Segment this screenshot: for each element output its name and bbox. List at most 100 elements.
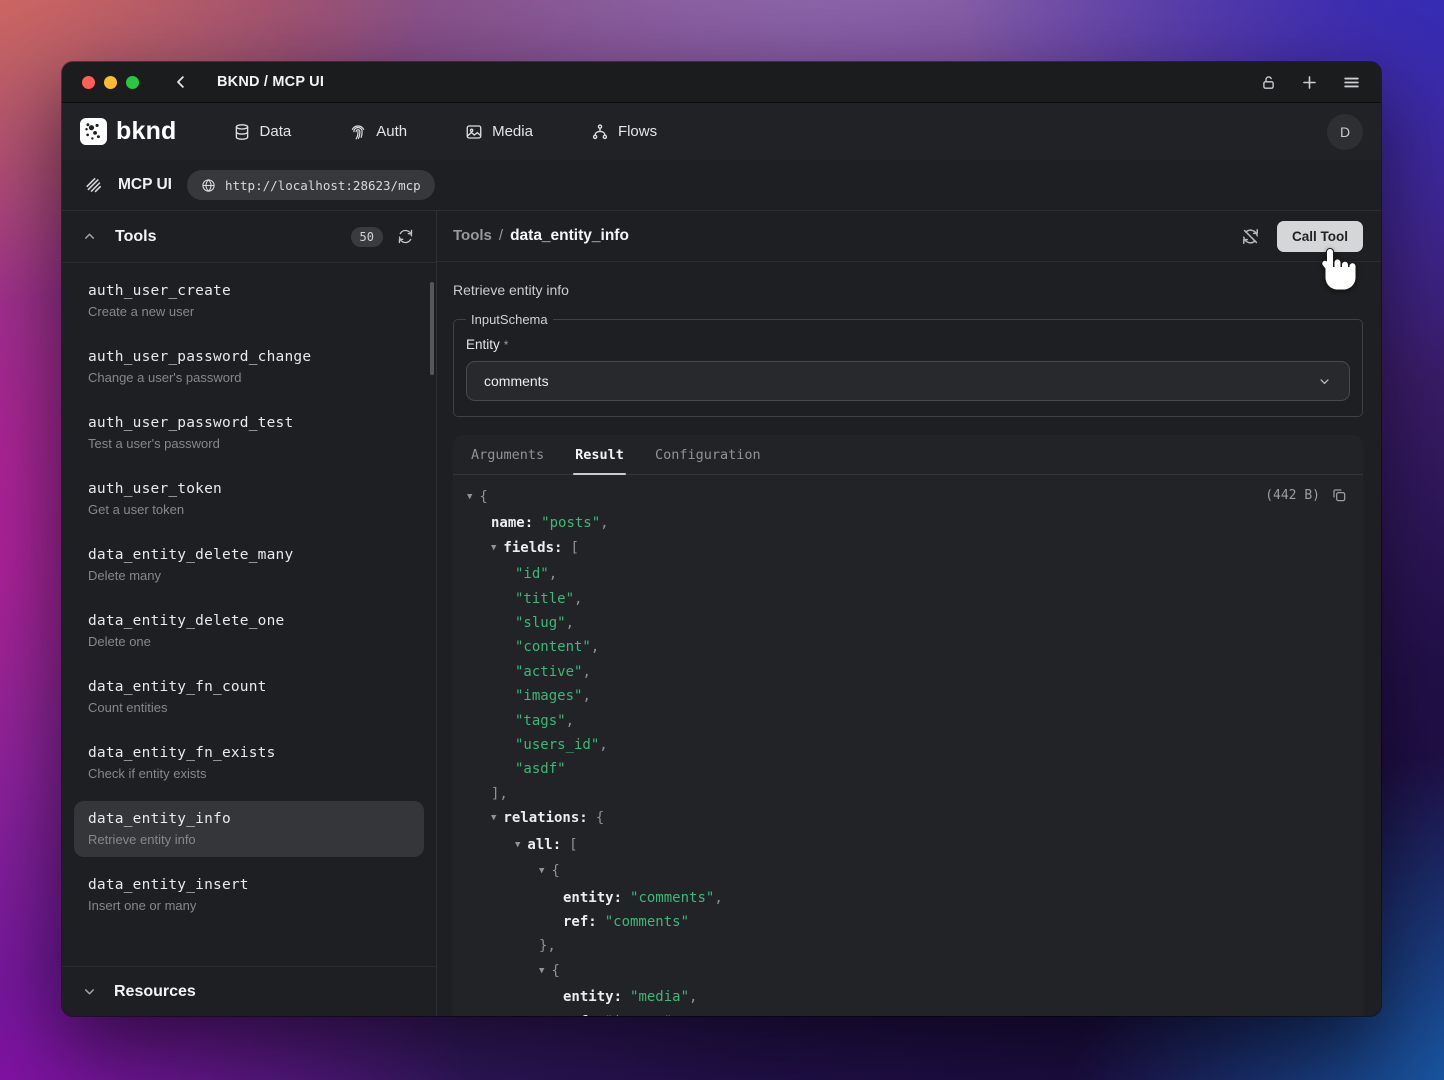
breadcrumb-current: data_entity_info xyxy=(510,227,629,245)
tool-name: auth_user_create xyxy=(88,283,410,299)
tool-item-data_entity_insert[interactable]: data_entity_insert Insert one or many xyxy=(74,867,424,923)
refresh-icon[interactable] xyxy=(397,228,414,245)
tool-description: Create a new user xyxy=(88,304,410,319)
resources-section-header[interactable]: Resources xyxy=(62,966,436,1016)
tool-description: Check if entity exists xyxy=(88,766,410,781)
json-line: ▼{ xyxy=(453,959,1347,985)
tool-description: Get a user token xyxy=(88,502,410,517)
json-token: "images" xyxy=(605,1014,672,1016)
json-token: "id" xyxy=(515,566,549,582)
json-line: ], xyxy=(453,782,1347,806)
resources-section-title: Resources xyxy=(114,983,196,1001)
mcp-bar: MCP UI http://localhost:28623/mcp xyxy=(62,160,1381,211)
json-token: ref: xyxy=(563,1014,597,1016)
globe-icon xyxy=(201,178,216,193)
json-token: , xyxy=(600,515,608,531)
zoom-window-button[interactable] xyxy=(126,76,139,89)
json-token: , xyxy=(714,890,722,906)
json-token: "media" xyxy=(630,989,689,1005)
nav-item-data[interactable]: Data xyxy=(233,123,292,141)
json-token: "images" xyxy=(515,688,582,704)
main-header: Tools / data_entity_info Call Tool xyxy=(437,211,1381,262)
json-line: }, xyxy=(453,934,1347,958)
tool-description: Count entities xyxy=(88,700,410,715)
nav-item-label: Data xyxy=(260,123,292,140)
close-window-button[interactable] xyxy=(82,76,95,89)
sidebar: Tools 50 auth_user_create Create a new u… xyxy=(62,211,437,1016)
collapse-toggle-icon[interactable]: ▼ xyxy=(539,859,544,883)
tool-item-data_entity_info-selected[interactable]: data_entity_info Retrieve entity info xyxy=(74,801,424,857)
tool-description: Retrieve entity info xyxy=(88,832,410,847)
tab-arguments[interactable]: Arguments xyxy=(469,435,546,474)
json-viewer: ▼{name:"posts",▼fields:["id","title","sl… xyxy=(453,485,1347,1016)
user-avatar[interactable]: D xyxy=(1327,114,1363,150)
entity-select[interactable]: comments xyxy=(466,361,1350,401)
tool-item-data_entity_fn_exists[interactable]: data_entity_fn_exists Check if entity ex… xyxy=(74,735,424,791)
tool-name: data_entity_insert xyxy=(88,877,410,893)
tool-name: data_entity_delete_many xyxy=(88,547,410,563)
menu-icon[interactable] xyxy=(1342,73,1361,92)
tool-item-auth_user_password_change[interactable]: auth_user_password_change Change a user'… xyxy=(74,339,424,395)
nav-item-media[interactable]: Media xyxy=(465,123,533,141)
json-line: "slug", xyxy=(453,611,1347,635)
tool-item-data_entity_fn_count[interactable]: data_entity_fn_count Count entities xyxy=(74,669,424,725)
tool-item-auth_user_create[interactable]: auth_user_create Create a new user xyxy=(74,273,424,329)
back-icon[interactable] xyxy=(172,73,190,91)
tool-description: Test a user's password xyxy=(88,436,410,451)
tool-item-data_entity_delete_one[interactable]: data_entity_delete_one Delete one xyxy=(74,603,424,659)
json-line: "active", xyxy=(453,660,1347,684)
nav-item-auth[interactable]: Auth xyxy=(349,123,407,141)
json-token: , xyxy=(582,688,590,704)
server-url: http://localhost:28623/mcp xyxy=(225,178,421,193)
json-line: "tags", xyxy=(453,709,1347,733)
json-line: ref: "images" xyxy=(453,1010,1347,1016)
json-line: "images", xyxy=(453,684,1347,708)
collapse-toggle-icon[interactable]: ▼ xyxy=(491,536,496,560)
sidebar-scrollbar-thumb[interactable] xyxy=(430,282,434,375)
chevron-down-icon xyxy=(1317,374,1332,389)
copy-icon[interactable] xyxy=(1331,487,1347,503)
json-line: ref:"comments" xyxy=(453,910,1347,934)
json-token: "tags" xyxy=(515,713,566,729)
tool-name: data_entity_info xyxy=(88,811,410,827)
json-token: { xyxy=(596,810,604,826)
json-token: "title" xyxy=(515,591,574,607)
image-icon xyxy=(465,123,483,141)
server-url-pill[interactable]: http://localhost:28623/mcp xyxy=(187,170,435,200)
collapse-toggle-icon[interactable]: ▼ xyxy=(467,485,472,509)
chevron-up-icon[interactable] xyxy=(82,229,97,244)
json-line: name:"posts", xyxy=(453,511,1347,535)
tool-description: Delete one xyxy=(88,634,410,649)
brand-logo[interactable]: bknd xyxy=(80,117,177,146)
layers-icon xyxy=(84,176,103,195)
tool-item-auth_user_token[interactable]: auth_user_token Get a user token xyxy=(74,471,424,527)
tools-section-header[interactable]: Tools 50 xyxy=(62,211,436,263)
new-tab-icon[interactable] xyxy=(1300,73,1319,92)
auto-refresh-off-icon[interactable] xyxy=(1241,227,1260,246)
json-token: [ xyxy=(569,837,577,853)
nav-item-label: Flows xyxy=(618,123,657,140)
json-token: "comments" xyxy=(605,914,689,930)
lock-open-icon[interactable] xyxy=(1260,74,1277,91)
collapse-toggle-icon[interactable]: ▼ xyxy=(491,806,496,830)
json-meta: (442 B) xyxy=(1265,487,1347,503)
json-token: fields: xyxy=(503,540,562,556)
titlebar: BKND / MCP UI xyxy=(62,62,1381,103)
traffic-lights xyxy=(82,76,139,89)
tab-configuration[interactable]: Configuration xyxy=(653,435,763,474)
tool-item-auth_user_password_test[interactable]: auth_user_password_test Test a user's pa… xyxy=(74,405,424,461)
app-window: BKND / MCP UI bknd Data xyxy=(62,62,1381,1016)
tool-item-data_entity_delete_many[interactable]: data_entity_delete_many Delete many xyxy=(74,537,424,593)
tab-result[interactable]: Result xyxy=(573,435,626,474)
json-line: ▼all:[ xyxy=(453,833,1347,859)
json-token: [ xyxy=(570,540,578,556)
tool-name: data_entity_delete_one xyxy=(88,613,410,629)
collapse-toggle-icon[interactable]: ▼ xyxy=(539,959,544,983)
result-panel: Arguments Result Configuration (442 B) ▼… xyxy=(453,435,1363,1016)
collapse-toggle-icon[interactable]: ▼ xyxy=(515,833,520,857)
bknd-logo-icon xyxy=(80,118,107,145)
chevron-down-icon[interactable] xyxy=(82,984,97,999)
breadcrumb-section[interactable]: Tools xyxy=(453,227,492,244)
minimize-window-button[interactable] xyxy=(104,76,117,89)
nav-item-flows[interactable]: Flows xyxy=(591,123,657,141)
